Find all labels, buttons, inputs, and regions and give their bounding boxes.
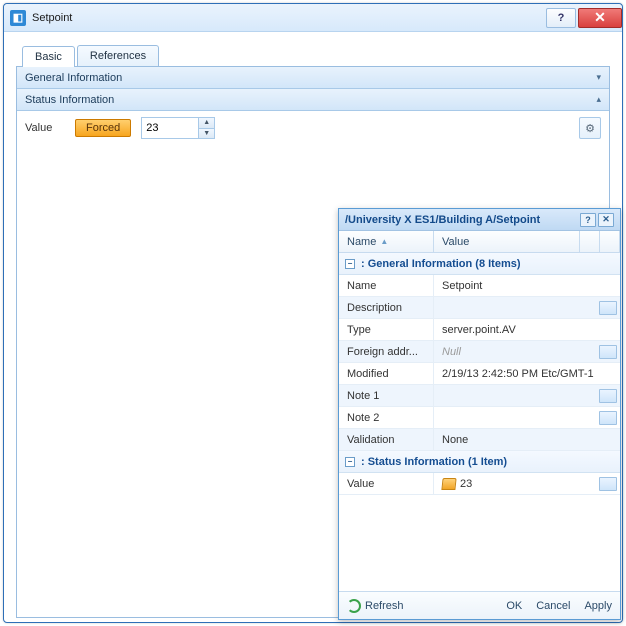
setpoint-icon: ◧ <box>10 10 26 26</box>
properties-path: /University X ES1/Building A/Setpoint <box>345 214 540 226</box>
section-status-title: Status Information <box>25 94 114 106</box>
row-value-text: Null <box>442 346 461 358</box>
col-extra2[interactable] <box>600 231 620 252</box>
apply-button[interactable]: Apply <box>584 600 612 612</box>
row-edit-cell <box>596 411 620 425</box>
row-value: Null <box>434 346 596 358</box>
value-stepper[interactable]: ▲ ▼ <box>141 117 215 139</box>
spin-buttons: ▲ ▼ <box>198 118 214 138</box>
value-label: Value <box>25 122 65 134</box>
window-title: Setpoint <box>32 12 72 24</box>
table-row[interactable]: Name Setpoint <box>339 275 620 297</box>
help-button[interactable]: ? <box>546 8 576 28</box>
refresh-icon <box>347 599 361 613</box>
close-button[interactable]: ✕ <box>578 8 622 28</box>
row-edit-cell <box>596 345 620 359</box>
value-input[interactable] <box>142 118 198 138</box>
row-edit-cell <box>596 301 620 315</box>
edit-button[interactable] <box>599 477 617 491</box>
col-name-label: Name <box>347 236 376 248</box>
table-row[interactable]: Value 23 <box>339 473 620 495</box>
group-general-label: : General Information (8 Items) <box>361 258 521 270</box>
value-row: Value Forced ▲ ▼ ⚙ <box>17 111 609 145</box>
row-name: Name <box>339 275 434 296</box>
expand-icon: ▴ <box>596 94 601 105</box>
section-general[interactable]: General Information ▾ <box>17 67 609 89</box>
properties-close-button[interactable]: ✕ <box>598 213 614 227</box>
row-name: Modified <box>339 363 434 384</box>
row-value: 23 <box>434 478 596 490</box>
row-value-text: server.point.AV <box>442 324 516 336</box>
row-name: Description <box>339 297 434 318</box>
sort-asc-icon: ▲ <box>380 237 388 246</box>
ok-button[interactable]: OK <box>506 600 522 612</box>
properties-titlebar[interactable]: /University X ES1/Building A/Setpoint ? … <box>339 209 620 231</box>
table-row[interactable]: Description <box>339 297 620 319</box>
refresh-label: Refresh <box>365 600 404 612</box>
minus-icon: − <box>345 457 355 467</box>
row-value-text: 23 <box>460 478 472 490</box>
table-row[interactable]: Modified 2/19/13 2:42:50 PM Etc/GMT-1 <box>339 363 620 385</box>
section-general-title: General Information <box>25 72 122 84</box>
row-value-text: Setpoint <box>442 280 482 292</box>
row-value: 2/19/13 2:42:50 PM Etc/GMT-1 <box>434 368 596 380</box>
row-edit-cell <box>596 389 620 403</box>
row-name: Foreign addr... <box>339 341 434 362</box>
group-status-label: : Status Information (1 Item) <box>361 456 507 468</box>
properties-panel: /University X ES1/Building A/Setpoint ? … <box>338 208 621 620</box>
row-name: Type <box>339 319 434 340</box>
table-row[interactable]: Note 2 <box>339 407 620 429</box>
row-value: None <box>434 434 596 446</box>
row-value: server.point.AV <box>434 324 596 336</box>
cancel-button[interactable]: Cancel <box>536 600 570 612</box>
refresh-button[interactable]: Refresh <box>347 599 404 613</box>
row-name: Value <box>339 473 434 494</box>
edit-button[interactable] <box>599 345 617 359</box>
edit-button[interactable] <box>599 301 617 315</box>
table-row[interactable]: Validation None <box>339 429 620 451</box>
row-value-text: 2/19/13 2:42:50 PM Etc/GMT-1 <box>442 368 594 380</box>
group-status[interactable]: − : Status Information (1 Item) <box>339 451 620 473</box>
table-row[interactable]: Type server.point.AV <box>339 319 620 341</box>
properties-help-button[interactable]: ? <box>580 213 596 227</box>
row-value: Setpoint <box>434 280 596 292</box>
column-header: Name ▲ Value <box>339 231 620 253</box>
row-edit-cell <box>596 477 620 491</box>
minus-icon: − <box>345 259 355 269</box>
tab-basic[interactable]: Basic <box>22 46 75 67</box>
tab-references[interactable]: References <box>77 45 159 66</box>
section-status[interactable]: Status Information ▴ <box>17 89 609 111</box>
tab-strip: Basic References <box>4 32 622 66</box>
group-general[interactable]: − : General Information (8 Items) <box>339 253 620 275</box>
table-row[interactable]: Foreign addr... Null <box>339 341 620 363</box>
forced-icon <box>441 478 456 490</box>
spin-down-icon[interactable]: ▼ <box>199 129 214 139</box>
properties-footer: Refresh OK Cancel Apply <box>339 591 620 619</box>
forced-badge: Forced <box>75 119 131 137</box>
edit-button[interactable] <box>599 389 617 403</box>
row-name: Note 2 <box>339 407 434 428</box>
col-extra1[interactable] <box>580 231 600 252</box>
col-value[interactable]: Value <box>434 231 580 252</box>
row-name: Validation <box>339 429 434 450</box>
table-row[interactable]: Note 1 <box>339 385 620 407</box>
collapse-icon: ▾ <box>596 72 601 83</box>
properties-body <box>339 495 620 591</box>
spin-up-icon[interactable]: ▲ <box>199 118 214 129</box>
col-name[interactable]: Name ▲ <box>339 231 434 252</box>
row-value-text: None <box>442 434 468 446</box>
row-name: Note 1 <box>339 385 434 406</box>
titlebar: ◧ Setpoint ? ✕ <box>4 4 622 32</box>
edit-button[interactable] <box>599 411 617 425</box>
gear-icon: ⚙ <box>585 122 595 135</box>
settings-button[interactable]: ⚙ <box>579 117 601 139</box>
